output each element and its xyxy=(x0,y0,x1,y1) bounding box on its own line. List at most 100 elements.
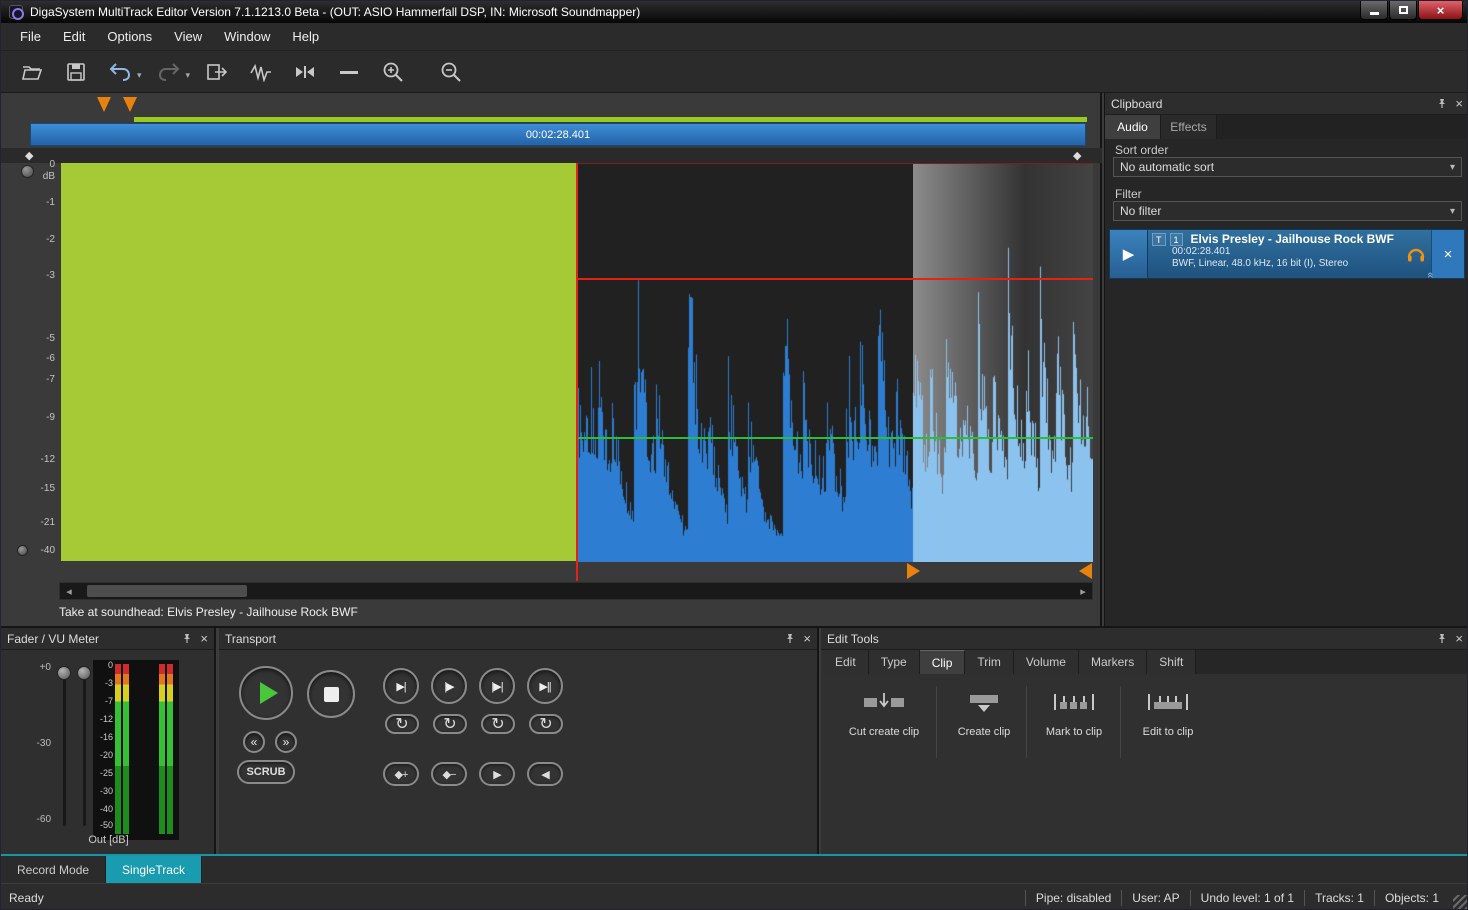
loop-button[interactable]: ↻ xyxy=(529,714,563,734)
tab-trim[interactable]: Trim xyxy=(965,650,1014,674)
play-around-button[interactable]: ▶|| xyxy=(527,668,563,704)
goto-mark-button[interactable] xyxy=(290,57,320,87)
menu-edit[interactable]: Edit xyxy=(52,24,96,49)
transport-header: Transport × xyxy=(219,628,817,650)
vu-scale-label: -7 xyxy=(95,696,113,706)
clip-remove-button[interactable]: × xyxy=(1431,230,1464,278)
selection-out-marker[interactable] xyxy=(1079,563,1092,579)
waveform-zone[interactable] xyxy=(578,163,1093,561)
undo-button[interactable] xyxy=(105,57,135,87)
pin-icon[interactable] xyxy=(182,633,192,644)
save-button[interactable] xyxy=(61,57,91,87)
fader-track[interactable] xyxy=(63,670,66,826)
prelisten-button[interactable]: « xyxy=(1401,230,1431,278)
undo-dropdown-icon[interactable]: ▾ xyxy=(137,70,142,81)
audio-settings-button[interactable] xyxy=(246,57,276,87)
range-diamond-icon[interactable]: ◆ xyxy=(1073,149,1081,162)
maximize-button[interactable] xyxy=(1389,1,1417,20)
forward-button[interactable]: » xyxy=(275,731,297,753)
clipboard-item[interactable]: ▶ T 1 Elvis Presley - Jailhouse Rock BWF… xyxy=(1109,229,1465,279)
scrub-button[interactable]: SCRUB xyxy=(237,760,295,784)
create-clip-button[interactable]: Create clip xyxy=(939,682,1029,768)
resize-grip[interactable] xyxy=(1453,895,1467,909)
close-icon[interactable]: × xyxy=(1455,98,1463,110)
selection-in-marker[interactable] xyxy=(907,563,920,579)
remove-marker-button[interactable] xyxy=(334,57,364,87)
loop-button[interactable]: ↻ xyxy=(481,714,515,734)
filter-select[interactable]: No filter ▾ xyxy=(1113,201,1462,221)
step-back-button[interactable]: ◀ xyxy=(527,762,563,786)
tab-clip[interactable]: Clip xyxy=(920,650,966,674)
sort-order-select[interactable]: No automatic sort ▾ xyxy=(1113,157,1462,177)
zoom-out-button[interactable] xyxy=(436,57,466,87)
pin-icon[interactable] xyxy=(785,633,795,644)
fader-knob-left[interactable] xyxy=(57,666,71,680)
clip-play-button[interactable]: ▶ xyxy=(1110,230,1148,278)
menu-options[interactable]: Options xyxy=(96,24,163,49)
close-icon[interactable]: × xyxy=(200,633,208,645)
play-selection-button[interactable]: |▶| xyxy=(479,668,515,704)
tab-singletrack[interactable]: SingleTrack xyxy=(106,856,202,883)
menu-window[interactable]: Window xyxy=(213,24,281,49)
loop-button[interactable]: ↻ xyxy=(385,714,419,734)
loop-button[interactable]: ↻ xyxy=(433,714,467,734)
horizontal-scrollbar[interactable]: ◂ ▸ xyxy=(59,582,1093,600)
timeline-marker-icon[interactable] xyxy=(97,97,111,112)
vu-scale-label: -30 xyxy=(95,786,113,796)
open-button[interactable] xyxy=(17,57,47,87)
menu-view[interactable]: View xyxy=(163,24,213,49)
play-button[interactable] xyxy=(239,666,293,720)
overview-bar[interactable]: 00:02:28.401 xyxy=(30,123,1086,146)
track-gain-knob[interactable] xyxy=(21,165,34,178)
step-forward-button[interactable]: ▶ xyxy=(479,762,515,786)
tab-markers[interactable]: Markers xyxy=(1079,650,1147,674)
play-to-mark-button[interactable]: ▶| xyxy=(383,668,419,704)
edit-tools-panel: Edit Tools × Edit Type Clip Trim Volume … xyxy=(821,628,1468,854)
close-icon[interactable]: × xyxy=(1455,633,1463,645)
scroll-left-icon[interactable]: ◂ xyxy=(61,583,77,599)
menu-help[interactable]: Help xyxy=(281,24,330,49)
track-gain-knob[interactable] xyxy=(17,545,28,556)
tab-type[interactable]: Type xyxy=(869,650,920,674)
scrollbar-thumb[interactable] xyxy=(87,585,247,597)
timeline-marker-icon[interactable] xyxy=(123,97,137,112)
redo-dropdown-icon[interactable]: ▾ xyxy=(186,70,191,81)
collapse-icon[interactable]: « xyxy=(1424,272,1436,278)
pin-icon[interactable] xyxy=(1437,98,1447,109)
close-icon[interactable]: × xyxy=(803,633,811,645)
rewind-button[interactable]: « xyxy=(243,731,265,753)
play-to-mark-icon: ▶| xyxy=(396,680,405,693)
scroll-right-icon[interactable]: ▸ xyxy=(1075,583,1091,599)
set-mark-in-button[interactable]: ◆+ xyxy=(383,762,419,786)
marker-row[interactable]: ◆ ◆ xyxy=(1,148,1102,163)
edit-tools-header: Edit Tools × xyxy=(821,628,1468,650)
minimize-button[interactable] xyxy=(1360,1,1388,20)
tab-record-mode[interactable]: Record Mode xyxy=(1,856,106,883)
edit-to-clip-button[interactable]: Edit to clip xyxy=(1123,682,1213,768)
take-block[interactable] xyxy=(61,163,576,561)
set-mark-out-button[interactable]: ◆− xyxy=(431,762,467,786)
tab-shift[interactable]: Shift xyxy=(1147,650,1196,674)
export-take-button[interactable] xyxy=(202,57,232,87)
mark-to-clip-button[interactable]: Mark to clip xyxy=(1029,682,1119,768)
level-line[interactable] xyxy=(578,437,1093,439)
fader-knob-right[interactable] xyxy=(77,666,91,680)
tab-effects[interactable]: Effects xyxy=(1161,115,1217,139)
waveform-canvas[interactable] xyxy=(578,164,1093,562)
loop-icon: ↻ xyxy=(491,714,504,734)
menu-file[interactable]: File xyxy=(9,24,52,49)
fader-panel-header: Fader / VU Meter × xyxy=(1,628,214,650)
play-from-mark-button[interactable]: |▶ xyxy=(431,668,467,704)
tab-volume[interactable]: Volume xyxy=(1014,650,1079,674)
playhead-cursor[interactable] xyxy=(576,163,578,581)
stop-button[interactable] xyxy=(307,670,355,718)
pin-icon[interactable] xyxy=(1437,633,1447,644)
cut-create-clip-button[interactable]: Cut create clip xyxy=(839,682,929,768)
redo-button[interactable] xyxy=(154,57,184,87)
tab-edit[interactable]: Edit xyxy=(823,650,869,674)
tab-audio[interactable]: Audio xyxy=(1105,115,1161,139)
db-label: -15 xyxy=(21,483,55,494)
fader-track[interactable] xyxy=(83,670,86,826)
zoom-in-button[interactable] xyxy=(378,57,408,87)
close-button[interactable]: × xyxy=(1418,1,1463,20)
